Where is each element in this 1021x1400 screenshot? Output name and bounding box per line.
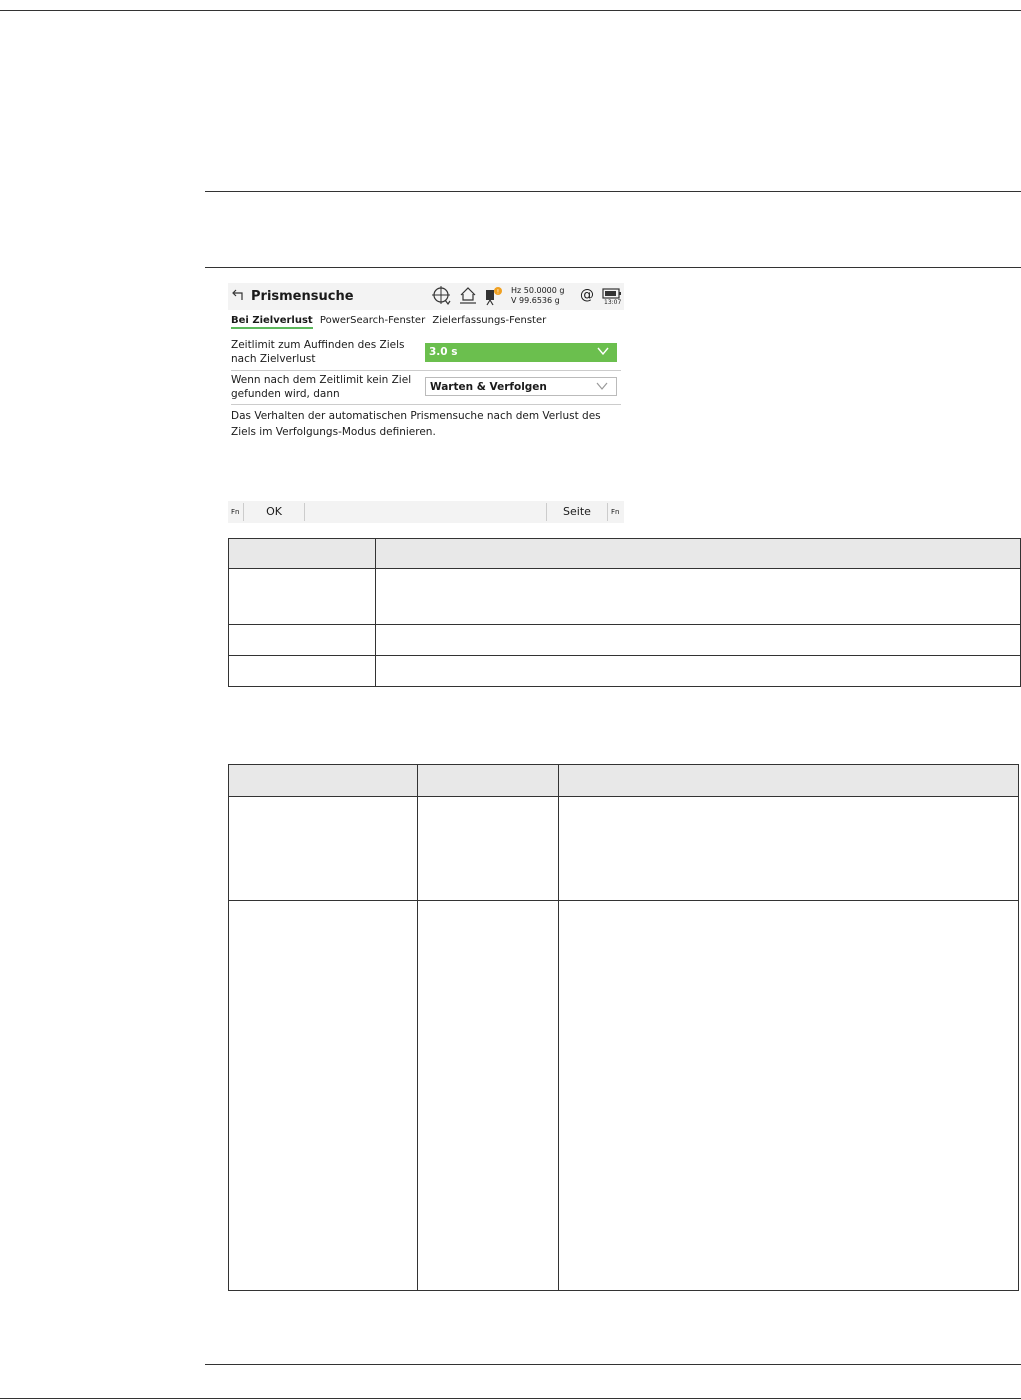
tab-bar: Bei Zielverlust PowerSearch-Fenster Ziel…	[231, 315, 550, 329]
hz-angle: Hz 50.0000 g	[511, 286, 565, 295]
page-title: Prismensuche	[251, 289, 354, 304]
table-header-cell	[558, 764, 1019, 797]
at-icon: @	[580, 287, 594, 303]
table-cell	[228, 568, 376, 625]
table-header-row	[228, 764, 1019, 797]
time-limit-value: 3.0 s	[429, 346, 458, 358]
page-top-rule	[0, 10, 1021, 11]
field-divider	[231, 370, 621, 371]
footer-rule	[205, 1364, 1021, 1365]
ok-button[interactable]: OK	[244, 505, 304, 518]
function-key-bar: Fn OK Seite Fn	[228, 501, 624, 523]
table-header-row	[228, 538, 1021, 569]
table-row	[228, 900, 1019, 1291]
section-rule-1	[205, 191, 1021, 192]
table-row	[228, 624, 1021, 656]
no-target-action-dropdown[interactable]: Warten & Verfolgen	[425, 377, 617, 396]
fn-right-key[interactable]: Fn	[611, 508, 619, 516]
chevron-down-icon	[596, 382, 608, 390]
table-cell	[558, 796, 1019, 901]
section-rule-2	[205, 267, 1021, 268]
table-cell	[417, 796, 559, 901]
angle-readout: Hz 50.0000 g V 99.6536 g	[511, 286, 564, 306]
table-cell	[228, 796, 418, 901]
crosshair-target-icon	[432, 286, 451, 306]
no-target-action-value: Warten & Verfolgen	[430, 381, 547, 393]
field-description-table	[228, 764, 1019, 1291]
table-row	[228, 796, 1019, 901]
table-header-cell	[228, 764, 418, 797]
time-limit-dropdown[interactable]: 3.0 s	[425, 343, 617, 362]
table-cell	[375, 655, 1021, 687]
fkey-divider	[607, 503, 608, 521]
table-row	[228, 568, 1021, 625]
title-bar: Prismensuche ! Hz 50.0000 g V 99.6536 g …	[228, 283, 624, 310]
key-description-table	[228, 538, 1021, 687]
table-header-cell	[375, 538, 1021, 569]
table-cell	[417, 900, 559, 1291]
table-header-cell	[228, 538, 376, 569]
table-row	[228, 655, 1021, 687]
table-cell	[558, 900, 1019, 1291]
chevron-down-icon	[597, 347, 609, 355]
page-button[interactable]: Seite	[547, 505, 607, 518]
time-limit-label: Zeitlimit zum Auffinden des Ziels nach Z…	[231, 339, 405, 365]
back-arrow-icon[interactable]	[231, 288, 245, 302]
fn-left-key[interactable]: Fn	[231, 508, 239, 516]
table-cell	[228, 655, 376, 687]
prism-warning-icon: !	[486, 287, 502, 306]
device-screen: Prismensuche ! Hz 50.0000 g V 99.6536 g …	[228, 283, 624, 523]
no-target-action-label: Wenn nach dem Zeitlimit kein Ziel gefund…	[231, 374, 412, 400]
tab-zielerfassungs-fenster[interactable]: Zielerfassungs-Fenster	[432, 315, 546, 326]
table-cell	[228, 624, 376, 656]
fkey-divider	[304, 503, 305, 521]
home-position-icon	[460, 287, 476, 304]
page-bottom-rule	[0, 1398, 1021, 1399]
table-cell	[375, 624, 1021, 656]
tab-bei-zielverlust[interactable]: Bei Zielverlust	[231, 315, 313, 329]
battery-time: 13:07	[604, 299, 622, 306]
v-angle: V 99.6536 g	[511, 296, 560, 305]
table-cell	[375, 568, 1021, 625]
table-cell	[228, 900, 418, 1291]
svg-text:!: !	[497, 289, 499, 296]
tab-powersearch-fenster[interactable]: PowerSearch-Fenster	[320, 315, 425, 326]
table-header-cell	[417, 764, 559, 797]
field-divider	[231, 404, 621, 405]
description-text: Das Verhalten der automatischen Prismens…	[231, 410, 601, 438]
